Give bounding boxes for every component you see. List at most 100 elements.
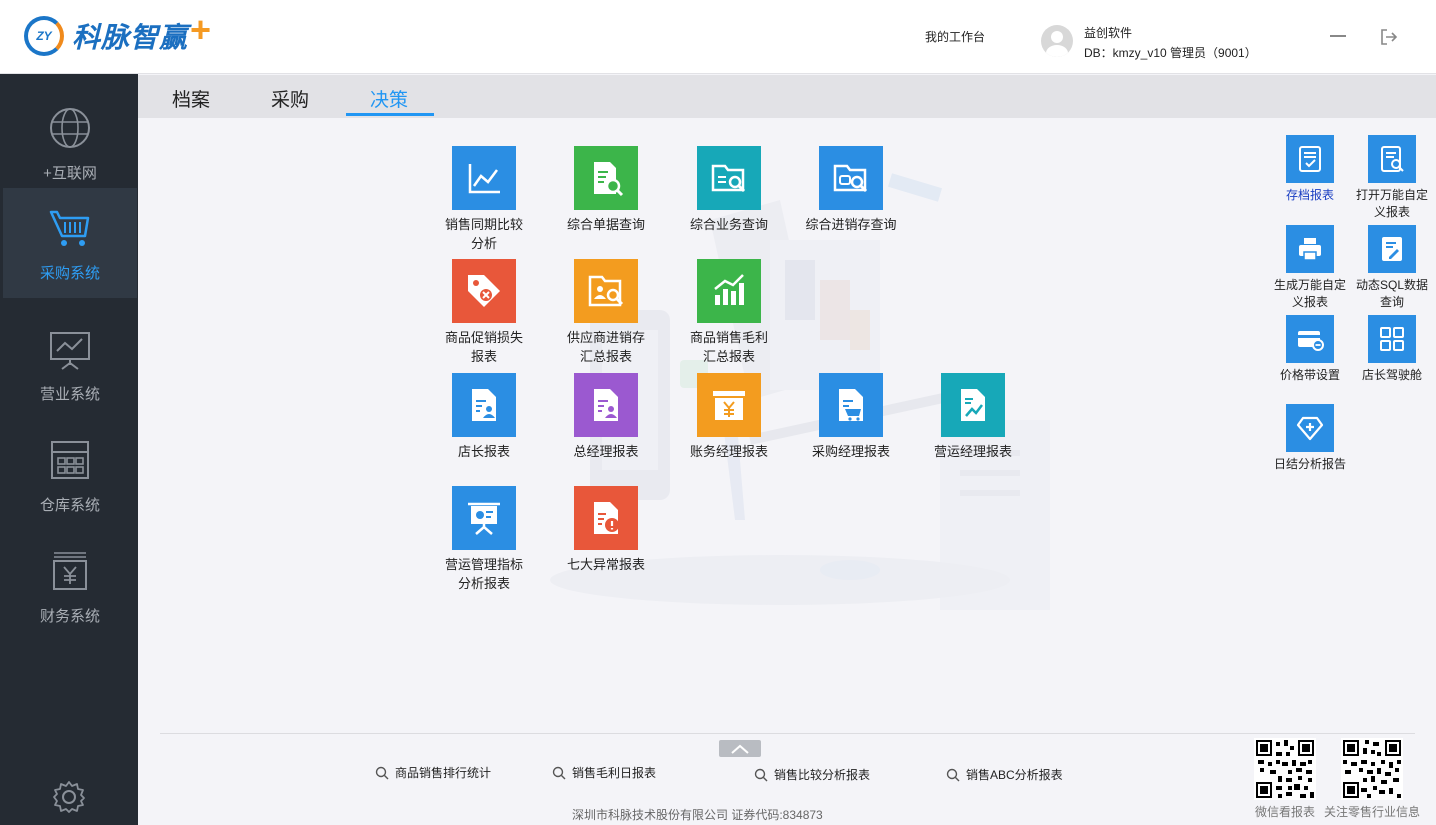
rtile-daily-analysis-report[interactable]: 日结分析报告: [1268, 404, 1352, 473]
quick-link-sales-comparison[interactable]: 销售比较分析报表: [754, 766, 870, 783]
search-report-icon: [1368, 135, 1416, 183]
tile-gm-report[interactable]: 总经理报表: [546, 373, 666, 461]
tab-bar: 档案 采购 决策: [138, 75, 1436, 118]
tile-supplier-summary-report[interactable]: 供应商进销存汇总报表: [546, 259, 666, 366]
tile-label: 账务经理报表: [689, 444, 768, 459]
sidebar: +互联网 采购系统 营业系统 仓库系统 财务系统: [0, 74, 138, 825]
globe-icon: [50, 108, 90, 148]
quick-link-label: 销售比较分析报表: [774, 768, 871, 782]
tile-label: 营运管理指标分析报表: [444, 557, 523, 591]
line-chart-icon: [452, 146, 516, 210]
gear-icon[interactable]: [52, 780, 86, 814]
rtile-label: 日结分析报告: [1273, 457, 1346, 471]
tile-operations-kpi-report[interactable]: 营运管理指标分析报表: [424, 486, 544, 593]
presentation-icon: [50, 332, 90, 370]
tab-decision[interactable]: 决策: [370, 85, 408, 112]
folder-search-icon: [697, 146, 761, 210]
sidebar-item-purchase[interactable]: 采购系统: [3, 188, 137, 298]
tile-inventory-query[interactable]: 综合进销存查询: [791, 146, 911, 234]
tile-label: 总经理报表: [573, 444, 639, 459]
tab-archive[interactable]: 档案: [172, 85, 210, 112]
tile-document-query[interactable]: 综合单据查询: [546, 146, 666, 234]
logo: ZY 科脉智赢 +: [24, 9, 212, 56]
rtile-open-custom-report[interactable]: 打开万能自定义报表: [1350, 135, 1434, 221]
document-search-icon: [574, 146, 638, 210]
gm-report-icon: [574, 373, 638, 437]
rtile-label: 店长驾驶舱: [1361, 368, 1422, 382]
search-icon: [754, 768, 768, 781]
tile-label: 采购经理报表: [811, 444, 890, 459]
active-tab-indicator: [346, 113, 434, 116]
rtile-price-band-settings[interactable]: 价格带设置: [1268, 315, 1352, 384]
quick-link-label: 销售ABC分析报表: [966, 768, 1063, 782]
user-name: 益创软件: [1084, 26, 1133, 40]
quick-link-label: 商品销售排行统计: [395, 766, 492, 780]
folder-box-search-icon: [819, 146, 883, 210]
quick-link-sales-ranking[interactable]: 商品销售排行统计: [375, 764, 491, 781]
rtile-generate-custom-report[interactable]: 生成万能自定义报表: [1268, 225, 1352, 311]
minimize-icon[interactable]: [1330, 35, 1346, 37]
diamond-plus-icon: [1286, 404, 1334, 452]
sidebar-item-internet[interactable]: +互联网: [3, 88, 137, 198]
sidebar-item-label: 采购系统: [39, 265, 100, 282]
tile-operations-manager-report[interactable]: 营运经理报表: [913, 373, 1033, 461]
sidebar-item-label: 仓库系统: [39, 497, 100, 514]
yen-box-icon: [697, 373, 761, 437]
tile-label: 供应商进销存汇总报表: [566, 330, 645, 364]
archive-report-icon: [1286, 135, 1334, 183]
rtile-dynamic-sql-query[interactable]: 动态SQL数据查询: [1350, 225, 1434, 311]
tile-label: 店长报表: [457, 444, 510, 459]
divider: [160, 733, 1415, 734]
sidebar-item-finance[interactable]: 财务系统: [3, 531, 137, 641]
quick-link-sales-abc[interactable]: 销售ABC分析报表: [946, 766, 1063, 783]
qr-code-wechat-reports: [1254, 738, 1316, 800]
sidebar-item-label: +互联网: [43, 165, 97, 182]
cart-icon: [49, 210, 90, 246]
presentation-board-icon: [452, 486, 516, 550]
quick-link-label: 销售毛利日报表: [572, 766, 657, 780]
workbench-link[interactable]: 我的工作台: [925, 28, 985, 45]
tile-sales-period-comparison[interactable]: 销售同期比较分析: [424, 146, 544, 253]
sidebar-item-label: 营业系统: [39, 386, 100, 403]
tile-label: 综合进销存查询: [805, 217, 897, 232]
tile-purchase-manager-report[interactable]: 采购经理报表: [791, 373, 911, 461]
search-icon: [375, 766, 389, 779]
tile-promotion-loss-report[interactable]: 商品促销损失报表: [424, 259, 544, 366]
sidebar-item-label: 财务系统: [39, 608, 100, 625]
tile-label: 商品促销损失报表: [444, 330, 523, 364]
rtile-label: 动态SQL数据查询: [1355, 278, 1428, 309]
chevron-up-icon: [731, 744, 749, 754]
tile-seven-exceptions-report[interactable]: 七大异常报表: [546, 486, 666, 574]
logo-plus-icon: +: [190, 9, 212, 50]
search-icon: [946, 768, 960, 781]
logo-badge: ZY: [24, 16, 64, 56]
sidebar-item-sales[interactable]: 营业系统: [3, 309, 137, 419]
qr-label: 关注零售行业信息: [1324, 805, 1421, 819]
alert-report-icon: [574, 486, 638, 550]
logo-text: 科脉智赢: [72, 22, 189, 53]
dashboard-grid-icon: [1368, 315, 1416, 363]
tile-accounting-manager-report[interactable]: 账务经理报表: [669, 373, 789, 461]
tile-gross-profit-report[interactable]: 商品销售毛利汇总报表: [669, 259, 789, 366]
cart-report-icon: [819, 373, 883, 437]
edit-document-icon: [1368, 225, 1416, 273]
qr-code-retail-info: [1341, 738, 1403, 800]
tile-store-manager-report[interactable]: 店长报表: [424, 373, 544, 461]
user-db-info: DB：kmzy_v10 管理员（9001）: [1084, 46, 1257, 60]
logout-icon[interactable]: [1379, 27, 1399, 47]
qr-label: 微信看报表: [1255, 805, 1316, 819]
search-icon: [552, 766, 566, 779]
rtile-archive-report[interactable]: 存档报表: [1268, 135, 1352, 204]
quick-link-gross-profit-daily[interactable]: 销售毛利日报表: [552, 764, 656, 781]
sidebar-item-warehouse[interactable]: 仓库系统: [3, 420, 137, 530]
collapse-button[interactable]: [719, 740, 761, 757]
rtile-store-cockpit[interactable]: 店长驾驶舱: [1350, 315, 1434, 384]
trend-report-icon: [941, 373, 1005, 437]
tile-label: 销售同期比较分析: [444, 217, 523, 251]
supplier-search-icon: [574, 259, 638, 323]
card-icon: [1286, 315, 1334, 363]
tile-business-query[interactable]: 综合业务查询: [669, 146, 789, 234]
tab-purchase[interactable]: 采购: [271, 85, 309, 112]
rtile-label: 打开万能自定义报表: [1355, 188, 1428, 219]
avatar[interactable]: [1041, 25, 1073, 57]
